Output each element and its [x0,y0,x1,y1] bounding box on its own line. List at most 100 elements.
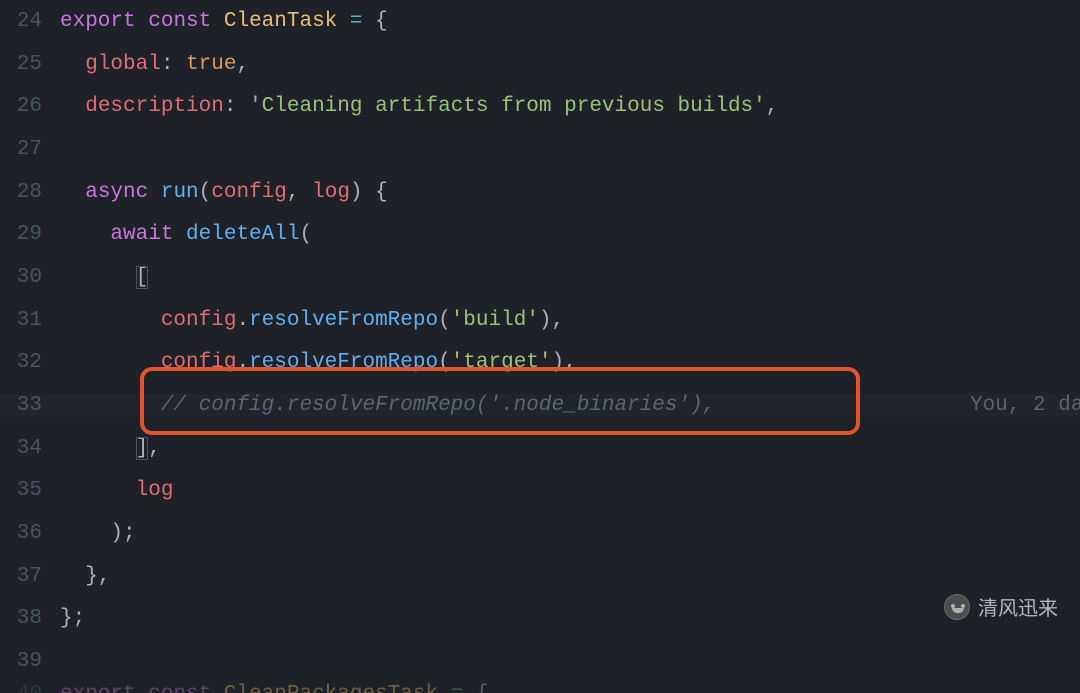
git-blame-inline: You, 2 days [970,394,1080,417]
bracket: ( [438,351,451,374]
bracket: ) [350,181,363,204]
punct: , [552,309,565,332]
punct: : [224,95,249,118]
code-line[interactable]: 29 await deleteAll( [0,213,1080,256]
code-line[interactable]: 30 [ [0,256,1080,299]
line-number: 35 [0,479,60,502]
code-line-current[interactable]: 33 // config.resolveFromRepo('.node_bina… [0,384,1080,427]
code-content[interactable]: await deleteAll( [60,223,1080,246]
code-content[interactable]: ); [60,522,1080,545]
line-number: 39 [0,650,60,673]
line-number: 31 [0,309,60,332]
code-line[interactable]: 35 log [0,470,1080,513]
bracket: ) [110,522,123,545]
line-number: 26 [0,95,60,118]
punct: , [148,437,161,460]
code-line[interactable]: 32 config.resolveFromRepo('target'), [0,342,1080,385]
bracket: } [85,565,98,588]
parameter: config [211,181,287,204]
boolean: true [186,53,236,76]
method: resolveFromRepo [249,309,438,332]
keyword-export: export [60,683,136,693]
code-line[interactable]: 31 config.resolveFromRepo('build'), [0,299,1080,342]
variable: config [161,309,237,332]
line-number: 28 [0,181,60,204]
code-line[interactable]: 37 }, [0,555,1080,598]
punct: , [564,351,577,374]
code-line[interactable]: 24 export const CleanTask = { [0,0,1080,43]
code-content[interactable]: [ [60,266,1080,289]
punct: ; [123,522,136,545]
code-content[interactable]: // config.resolveFromRepo('.node_binarie… [60,394,1080,417]
code-content[interactable]: async run(config, log) { [60,181,1080,204]
line-number: 32 [0,351,60,374]
code-line[interactable]: 26 description: 'Cleaning artifacts from… [0,85,1080,128]
code-line[interactable]: 36 ); [0,512,1080,555]
parameter: log [312,181,350,204]
watermark-text: 清风迅来 [978,592,1058,621]
code-line[interactable]: 40 export const CleanPackagesTask = { [0,683,1080,693]
operator: = [438,683,476,693]
keyword-export: export [60,10,136,33]
line-number: 40 [0,683,60,693]
keyword-const: const [148,10,211,33]
line-number: 36 [0,522,60,545]
code-content[interactable]: log [60,479,1080,502]
punct: , [287,181,300,204]
line-number: 25 [0,53,60,76]
line-number: 29 [0,223,60,246]
code-content[interactable]: config.resolveFromRepo('build'), [60,309,1080,332]
code-line[interactable]: 34 ], [0,427,1080,470]
line-number: 30 [0,266,60,289]
line-number: 33 [0,394,60,417]
line-number: 27 [0,138,60,161]
line-number: 38 [0,607,60,630]
variable: config [161,351,237,374]
identifier: CleanPackagesTask [224,683,438,693]
code-line[interactable]: 39 [0,640,1080,683]
code-line[interactable]: 38 }; [0,598,1080,641]
punct: ; [73,607,86,630]
code-content[interactable]: global: true, [60,53,1080,76]
function-call: deleteAll [186,223,299,246]
bracket: ) [539,309,552,332]
code-content[interactable]: export const CleanTask = { [60,10,1080,33]
bracket: { [375,10,388,33]
string: 'target' [451,351,552,374]
code-line[interactable]: 25 global: true, [0,43,1080,86]
keyword-const: const [148,683,211,693]
punct: , [236,53,249,76]
bracket: ( [199,181,212,204]
code-line[interactable]: 28 async run(config, log) { [0,171,1080,214]
bracket: ) [552,351,565,374]
bracket: } [60,607,73,630]
string: 'build' [451,309,539,332]
line-number: 34 [0,437,60,460]
code-content[interactable]: export const CleanPackagesTask = { [60,683,1080,693]
bracket: ] [136,437,149,460]
code-editor[interactable]: 24 export const CleanTask = { 25 global:… [0,0,1080,641]
keyword-await: await [110,223,173,246]
code-content[interactable]: description: 'Cleaning artifacts from pr… [60,95,1080,118]
punct: , [766,95,779,118]
bracket: { [375,181,388,204]
punct: . [236,351,249,374]
variable: log [136,479,174,502]
bracket: ( [299,223,312,246]
property: description [85,95,224,118]
identifier: CleanTask [224,10,337,33]
property: global [85,53,161,76]
code-content[interactable]: }, [60,565,1080,588]
comment: // config.resolveFromRepo('.node_binarie… [161,394,716,417]
code-content[interactable]: config.resolveFromRepo('target'), [60,351,1080,374]
function-name: run [161,181,199,204]
punct: . [236,309,249,332]
string: 'Cleaning artifacts from previous builds… [249,95,766,118]
line-number: 24 [0,10,60,33]
bracket: [ [136,266,149,289]
code-line[interactable]: 27 [0,128,1080,171]
bracket: { [476,683,489,693]
code-content[interactable]: }; [60,607,1080,630]
code-content[interactable]: ], [60,437,1080,460]
punct: : [161,53,186,76]
